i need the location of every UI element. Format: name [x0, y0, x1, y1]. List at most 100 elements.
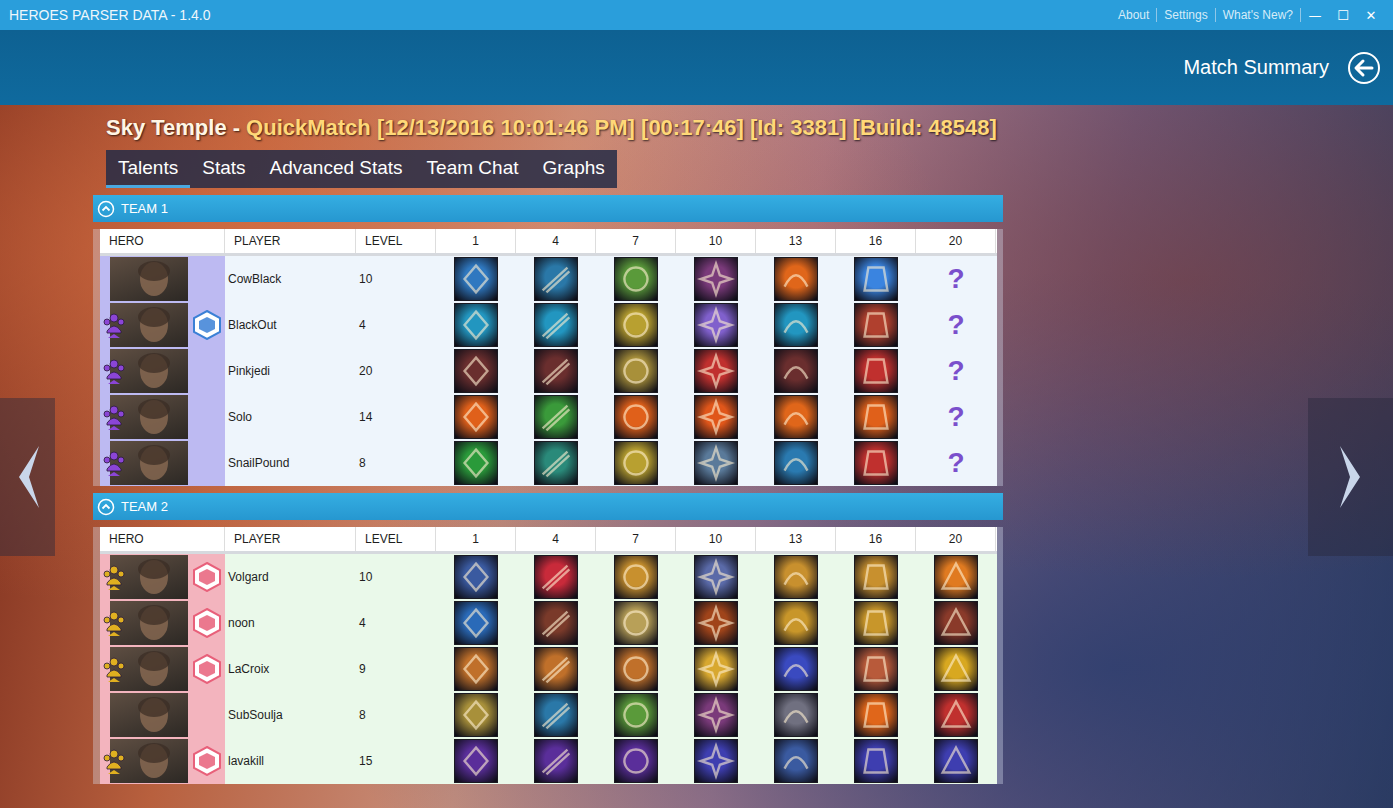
talent-cell[interactable]	[756, 738, 836, 784]
talent-cell[interactable]	[516, 600, 596, 646]
talent-cell[interactable]	[516, 554, 596, 600]
talent-icon[interactable]	[534, 349, 578, 393]
talent-cell[interactable]	[676, 692, 756, 738]
talent-icon[interactable]	[854, 601, 898, 645]
talent-cell[interactable]	[836, 302, 916, 348]
talent-cell[interactable]	[516, 394, 596, 440]
talent-icon[interactable]	[694, 555, 738, 599]
talent-cell[interactable]: ?	[916, 348, 996, 394]
talent-cell[interactable]	[596, 738, 676, 784]
talent-cell[interactable]	[436, 348, 516, 394]
talent-cell[interactable]	[596, 348, 676, 394]
player-row[interactable]: LaCroix 9	[100, 646, 997, 692]
talent-cell[interactable]	[676, 348, 756, 394]
talent-cell[interactable]	[756, 646, 836, 692]
talent-icon[interactable]	[534, 257, 578, 301]
talent-icon[interactable]	[614, 693, 658, 737]
talent-icon[interactable]	[854, 739, 898, 783]
talent-icon[interactable]	[614, 257, 658, 301]
column-header[interactable]: 16	[836, 527, 916, 551]
talent-cell[interactable]	[596, 256, 676, 302]
talent-icon[interactable]	[534, 647, 578, 691]
talent-icon[interactable]	[934, 601, 978, 645]
talent-icon[interactable]	[534, 395, 578, 439]
talent-cell[interactable]	[916, 600, 996, 646]
talent-icon[interactable]	[774, 349, 818, 393]
column-header[interactable]: LEVEL	[356, 527, 436, 551]
talent-cell[interactable]	[676, 302, 756, 348]
talent-icon[interactable]	[614, 395, 658, 439]
talent-icon[interactable]	[454, 303, 498, 347]
talent-icon[interactable]	[854, 303, 898, 347]
talent-icon[interactable]	[534, 303, 578, 347]
talent-cell[interactable]	[516, 738, 596, 784]
talent-cell[interactable]	[676, 440, 756, 486]
talent-cell[interactable]	[596, 302, 676, 348]
column-header[interactable]: 20	[916, 527, 996, 551]
talent-icon[interactable]	[694, 601, 738, 645]
column-header[interactable]: 7	[596, 527, 676, 551]
talent-cell[interactable]	[516, 692, 596, 738]
talent-cell[interactable]	[596, 692, 676, 738]
player-name[interactable]: LaCroix	[225, 646, 356, 692]
talent-icon[interactable]	[534, 739, 578, 783]
talent-icon[interactable]	[854, 395, 898, 439]
player-name[interactable]: Volgard	[225, 554, 356, 600]
talent-cell[interactable]	[756, 394, 836, 440]
column-header[interactable]: LEVEL	[356, 229, 436, 253]
talent-icon[interactable]	[854, 441, 898, 485]
column-header[interactable]: 4	[516, 527, 596, 551]
window-control[interactable]: ✕	[1357, 8, 1385, 23]
talent-icon[interactable]	[694, 739, 738, 783]
talent-icon[interactable]	[934, 739, 978, 783]
talent-cell[interactable]	[436, 394, 516, 440]
column-header[interactable]: 13	[756, 527, 836, 551]
menu-item[interactable]: What's New?	[1216, 8, 1301, 22]
player-name[interactable]: CowBlack	[225, 256, 356, 302]
talent-cell[interactable]	[836, 692, 916, 738]
talent-icon[interactable]	[454, 349, 498, 393]
talent-icon[interactable]	[934, 647, 978, 691]
talent-cell[interactable]	[596, 554, 676, 600]
talent-cell[interactable]	[756, 302, 836, 348]
talent-cell[interactable]	[756, 348, 836, 394]
talent-icon[interactable]	[534, 441, 578, 485]
talent-icon[interactable]	[454, 441, 498, 485]
talent-cell[interactable]: ?	[916, 302, 996, 348]
talent-icon[interactable]	[774, 693, 818, 737]
column-header[interactable]: 10	[676, 527, 756, 551]
talent-cell[interactable]	[596, 646, 676, 692]
collapse-icon[interactable]	[97, 498, 115, 516]
player-row[interactable]: Pinkjedi 20 ?	[100, 348, 997, 394]
talent-icon[interactable]	[774, 303, 818, 347]
talent-cell[interactable]	[596, 600, 676, 646]
talent-cell[interactable]	[516, 646, 596, 692]
player-name[interactable]: noon	[225, 600, 356, 646]
talent-cell[interactable]	[676, 394, 756, 440]
talent-cell[interactable]	[436, 646, 516, 692]
player-row[interactable]: noon 4	[100, 600, 997, 646]
talent-cell[interactable]	[676, 646, 756, 692]
talent-icon[interactable]	[774, 739, 818, 783]
team-header[interactable]: TEAM 2	[93, 493, 1003, 520]
column-header[interactable]: 1	[436, 229, 516, 253]
talent-icon[interactable]	[854, 647, 898, 691]
talent-cell[interactable]	[676, 738, 756, 784]
tab[interactable]: Team Chat	[415, 150, 531, 188]
talent-cell[interactable]	[516, 440, 596, 486]
player-name[interactable]: SubSoulja	[225, 692, 356, 738]
player-row[interactable]: Solo 14 ?	[100, 394, 997, 440]
talent-cell[interactable]	[756, 692, 836, 738]
column-header[interactable]: 13	[756, 229, 836, 253]
talent-icon[interactable]	[454, 647, 498, 691]
talent-icon[interactable]	[694, 395, 738, 439]
talent-cell[interactable]	[756, 256, 836, 302]
talent-cell[interactable]	[836, 600, 916, 646]
collapse-icon[interactable]	[97, 200, 115, 218]
column-header[interactable]: 16	[836, 229, 916, 253]
talent-icon[interactable]	[774, 555, 818, 599]
talent-icon[interactable]	[774, 647, 818, 691]
talent-icon[interactable]	[774, 441, 818, 485]
tab[interactable]: Talents	[106, 150, 190, 188]
talent-icon[interactable]	[694, 693, 738, 737]
